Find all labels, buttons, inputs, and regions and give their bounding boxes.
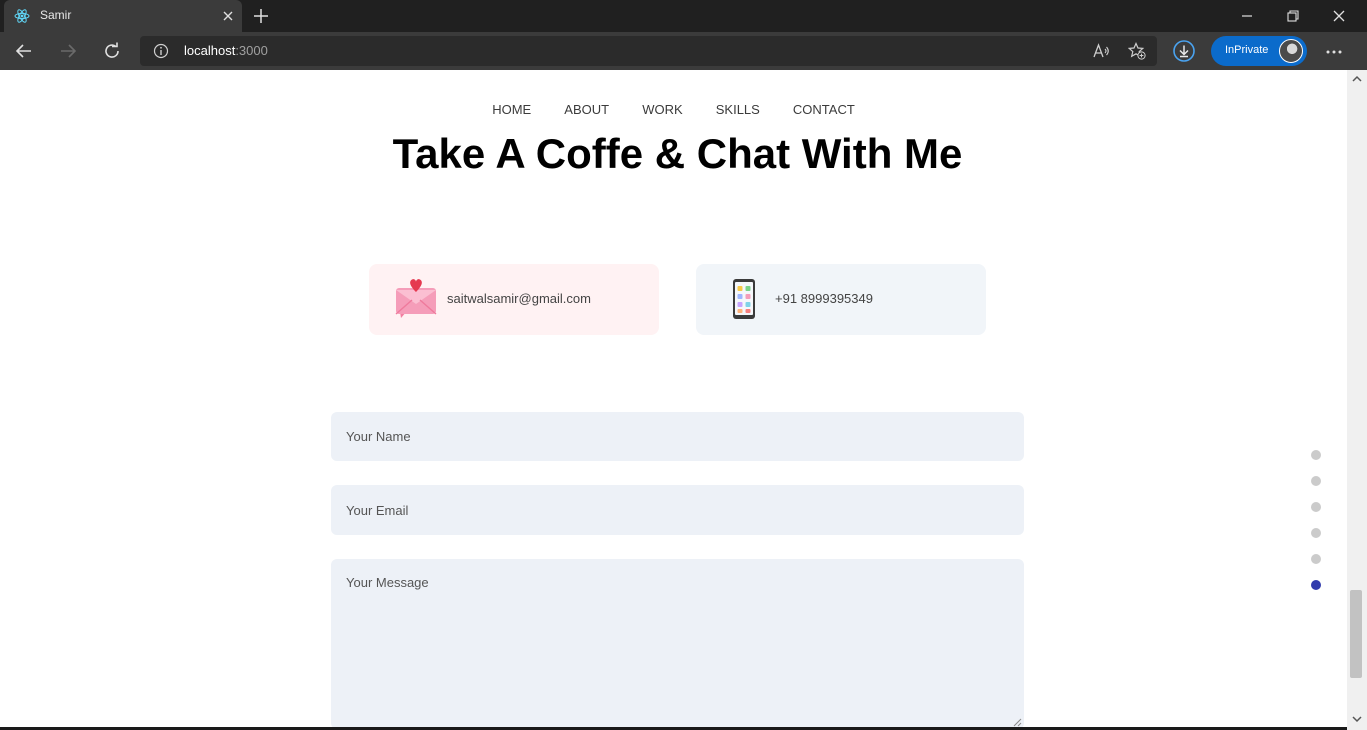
name-input[interactable] (331, 412, 1024, 461)
scroll-down-icon[interactable] (1352, 715, 1362, 723)
nav-home[interactable]: HOME (492, 102, 531, 117)
phone-number: +91 8999395349 (775, 291, 873, 306)
refresh-icon[interactable] (102, 41, 122, 61)
section-dot[interactable] (1311, 450, 1321, 460)
more-options-icon[interactable] (1324, 42, 1344, 62)
react-icon (14, 9, 30, 23)
envelope-heart-icon (395, 279, 437, 318)
site-info-icon[interactable] (153, 43, 169, 59)
email-card[interactable]: saitwalsamir@gmail.com (369, 264, 659, 335)
scrollbar-thumb[interactable] (1350, 590, 1362, 678)
profile-avatar (1279, 39, 1303, 63)
page-scrollbar[interactable] (1347, 70, 1367, 730)
new-tab-icon[interactable] (252, 7, 270, 25)
browser-tab[interactable]: Samir (4, 0, 242, 32)
browser-toolbar: localhost:3000 InPrivate (0, 32, 1367, 70)
email-address: saitwalsamir@gmail.com (447, 291, 591, 306)
resize-handle-icon[interactable] (1012, 717, 1022, 727)
section-dot[interactable] (1311, 580, 1321, 590)
section-dot[interactable] (1311, 476, 1321, 486)
back-icon[interactable] (14, 41, 34, 61)
section-dot[interactable] (1311, 502, 1321, 512)
close-tab-icon[interactable] (220, 8, 236, 24)
inprivate-button[interactable]: InPrivate (1211, 36, 1307, 66)
nav-about[interactable]: ABOUT (564, 102, 609, 117)
nav-skills[interactable]: SKILLS (716, 102, 760, 117)
scroll-up-icon[interactable] (1352, 75, 1362, 83)
tab-title: Samir (40, 8, 72, 22)
add-favorite-icon[interactable] (1128, 42, 1146, 60)
close-window-icon[interactable] (1330, 7, 1348, 25)
browser-tab-bar: Samir (0, 0, 1367, 32)
nav-work[interactable]: WORK (642, 102, 682, 117)
url-text: localhost:3000 (184, 43, 268, 58)
url-host: localhost (184, 43, 236, 58)
url-port: :3000 (235, 43, 268, 58)
section-dot[interactable] (1311, 528, 1321, 538)
section-dot[interactable] (1311, 554, 1321, 564)
read-aloud-icon[interactable] (1092, 42, 1110, 60)
message-textarea[interactable] (331, 559, 1024, 729)
nav-contact[interactable]: CONTACT (793, 102, 855, 117)
mobile-phone-icon (733, 279, 755, 319)
address-bar[interactable]: localhost:3000 (140, 36, 1157, 66)
inprivate-label: InPrivate (1225, 44, 1269, 56)
downloads-icon[interactable] (1172, 39, 1196, 63)
restore-icon[interactable] (1284, 7, 1302, 25)
minimize-icon[interactable] (1238, 7, 1256, 25)
phone-card[interactable]: +91 8999395349 (696, 264, 986, 335)
forward-icon[interactable] (58, 41, 78, 61)
site-nav: HOME ABOUT WORK SKILLS CONTACT (0, 99, 1347, 118)
contact-headline: Take A Coffe & Chat With Me (392, 130, 963, 177)
email-input[interactable] (331, 485, 1024, 535)
page-content: HOME ABOUT WORK SKILLS CONTACT Take A Co… (0, 70, 1347, 730)
